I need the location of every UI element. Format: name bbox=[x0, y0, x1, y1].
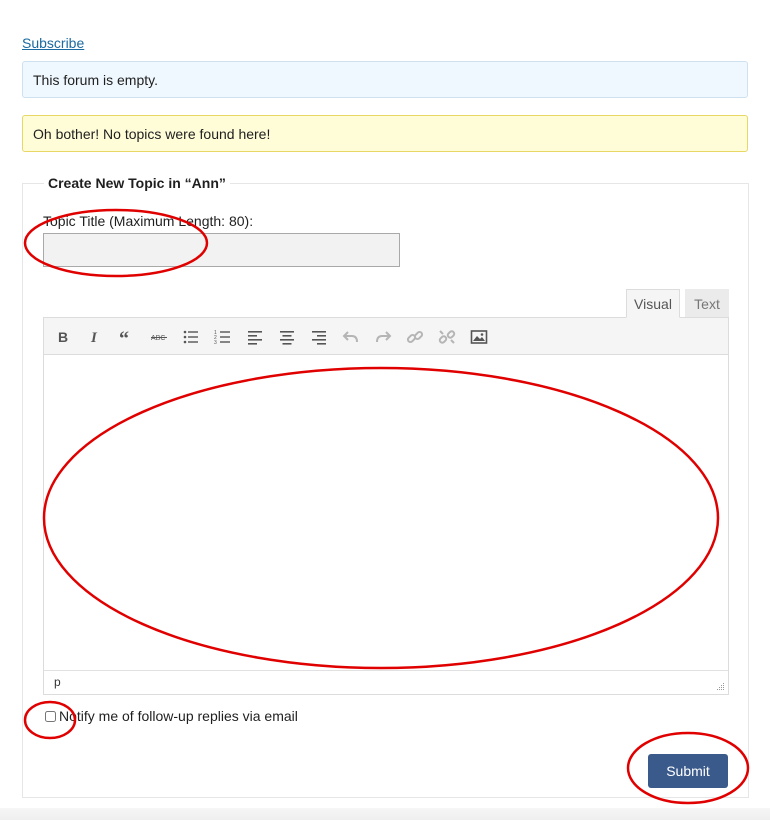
italic-icon[interactable]: I bbox=[84, 326, 106, 348]
notify-label: Notify me of follow-up replies via email bbox=[59, 708, 298, 724]
bold-icon[interactable]: B bbox=[52, 326, 74, 348]
editor-toolbar: B I “ ABC 123 bbox=[44, 318, 728, 355]
image-icon[interactable] bbox=[468, 326, 490, 348]
editor-content-area[interactable] bbox=[44, 355, 728, 670]
editor-path-indicator: p bbox=[44, 670, 728, 694]
svg-text:ABC: ABC bbox=[151, 335, 165, 342]
tab-text[interactable]: Text bbox=[685, 289, 729, 318]
undo-icon[interactable] bbox=[340, 326, 362, 348]
topic-title-label: Topic Title (Maximum Length: 80): bbox=[43, 213, 254, 229]
subscribe-link[interactable]: Subscribe bbox=[22, 35, 84, 51]
link-icon[interactable] bbox=[404, 326, 426, 348]
blockquote-icon[interactable]: “ bbox=[116, 326, 138, 348]
align-right-icon[interactable] bbox=[308, 326, 330, 348]
svg-text:3: 3 bbox=[214, 340, 217, 346]
bulleted-list-icon[interactable] bbox=[180, 326, 202, 348]
redo-icon[interactable] bbox=[372, 326, 394, 348]
svg-text:“: “ bbox=[119, 328, 129, 346]
unlink-icon[interactable] bbox=[436, 326, 458, 348]
resize-handle-icon[interactable] bbox=[715, 681, 725, 691]
form-legend: Create New Topic in “Ann” bbox=[44, 175, 230, 191]
submit-button[interactable]: Submit bbox=[648, 754, 728, 788]
forum-empty-notice: This forum is empty. bbox=[22, 61, 748, 98]
svg-text:B: B bbox=[58, 329, 68, 345]
page-footer-strip bbox=[0, 808, 770, 820]
svg-text:I: I bbox=[90, 330, 98, 346]
topic-title-input[interactable] bbox=[43, 233, 400, 267]
notify-checkbox[interactable] bbox=[45, 711, 56, 722]
align-center-icon[interactable] bbox=[276, 326, 298, 348]
tab-visual[interactable]: Visual bbox=[626, 289, 680, 318]
strikethrough-icon[interactable]: ABC bbox=[148, 326, 170, 348]
numbered-list-icon[interactable]: 123 bbox=[212, 326, 234, 348]
no-topics-notice: Oh bother! No topics were found here! bbox=[22, 115, 748, 152]
align-left-icon[interactable] bbox=[244, 326, 266, 348]
content-editor: B I “ ABC 123 p bbox=[43, 317, 729, 695]
